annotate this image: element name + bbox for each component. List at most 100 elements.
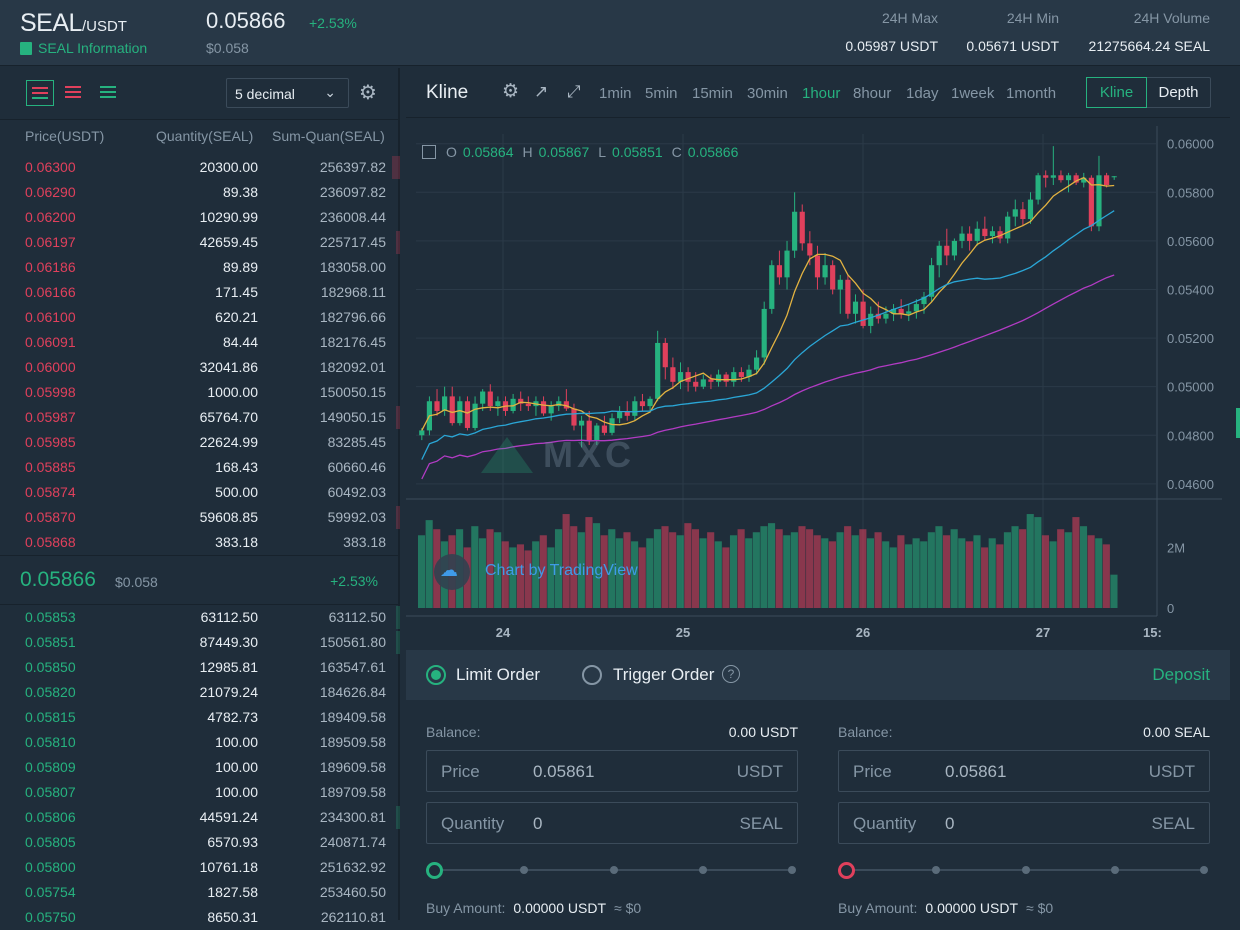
quantity-cell: 4782.73 — [207, 709, 258, 725]
ask-row[interactable]: 0.06186 89.89 183058.00 — [0, 255, 400, 280]
interval-1day[interactable]: 1day — [906, 85, 939, 102]
bid-row[interactable]: 0.05820 21079.24 184626.84 — [0, 680, 400, 705]
expand-legend-icon[interactable] — [422, 145, 436, 159]
sum-cell: 253460.50 — [319, 884, 386, 900]
ask-row[interactable]: 0.06091 84.44 182176.45 — [0, 330, 400, 355]
bid-row[interactable]: 0.05806 44591.24 234300.81 — [0, 805, 400, 830]
tradingview-logo[interactable]: ☁ — [434, 554, 470, 590]
bid-row[interactable]: 0.05851 87449.30 150561.80 — [0, 630, 400, 655]
side-scroll-handle[interactable] — [1236, 408, 1240, 438]
slider-step[interactable] — [699, 866, 707, 874]
bid-row[interactable]: 0.05810 100.00 189509.58 — [0, 730, 400, 755]
x-tick-label: 25 — [676, 625, 690, 640]
slider-step[interactable] — [1111, 866, 1119, 874]
ask-row[interactable]: 0.05874 500.00 60492.03 — [0, 480, 400, 505]
sum-cell: 183058.00 — [319, 259, 386, 275]
ask-row[interactable]: 0.05870 59608.85 59992.03 — [0, 505, 400, 530]
sell-quantity-field[interactable]: Quantity 0 SEAL — [838, 802, 1210, 844]
slider-handle[interactable] — [426, 862, 443, 879]
interval-15min[interactable]: 15min — [692, 85, 733, 102]
candle-body — [936, 245, 942, 266]
bid-row[interactable]: 0.05850 12985.81 163547.61 — [0, 655, 400, 680]
sum-cell: 236097.82 — [319, 184, 386, 200]
trigger-order-label[interactable]: Trigger Order — [613, 665, 714, 685]
view-both-button[interactable] — [26, 80, 54, 106]
ask-row[interactable]: 0.05985 22624.99 83285.45 — [0, 430, 400, 455]
bid-row[interactable]: 0.05754 1827.58 253460.50 — [0, 880, 400, 905]
candle-body — [852, 301, 859, 314]
candle-body — [837, 279, 843, 290]
interval-1week[interactable]: 1week — [951, 85, 994, 102]
bid-row[interactable]: 0.05809 100.00 189609.58 — [0, 755, 400, 780]
view-asks-button[interactable] — [60, 80, 88, 106]
slider-handle[interactable] — [838, 862, 855, 879]
slider-step[interactable] — [788, 866, 796, 874]
limit-order-radio[interactable] — [426, 665, 446, 685]
seal-information-link[interactable]: SEAL Information — [20, 40, 147, 56]
field-value[interactable]: 0 — [945, 814, 954, 834]
ask-row[interactable]: 0.05998 1000.00 150050.15 — [0, 380, 400, 405]
help-icon[interactable]: ? — [722, 665, 740, 683]
quantity-cell: 21079.24 — [199, 684, 258, 700]
view-bids-button[interactable] — [95, 80, 123, 106]
limit-order-label[interactable]: Limit Order — [456, 665, 540, 685]
interval-30min[interactable]: 30min — [747, 85, 788, 102]
interval-1min[interactable]: 1min — [599, 85, 632, 102]
interval-5min[interactable]: 5min — [645, 85, 678, 102]
quantity-cell: 6570.93 — [207, 834, 258, 850]
sell-percent-slider[interactable] — [838, 862, 1210, 879]
slider-step[interactable] — [1200, 866, 1208, 874]
ask-row[interactable]: 0.06300 20300.00 256397.82 — [0, 155, 400, 180]
ask-row[interactable]: 0.06000 32041.86 182092.01 — [0, 355, 400, 380]
settings-icon[interactable]: ⚙ — [502, 80, 519, 103]
bid-row[interactable]: 0.05800 10761.18 251632.92 — [0, 855, 400, 880]
slider-step[interactable] — [520, 866, 528, 874]
ask-row[interactable]: 0.06100 620.21 182796.66 — [0, 305, 400, 330]
trigger-order-radio[interactable] — [582, 665, 602, 685]
ask-row[interactable]: 0.05868 383.18 383.18 — [0, 530, 400, 555]
decimal-select[interactable]: 5 decimal ⌄ — [226, 78, 349, 108]
slider-step[interactable] — [610, 866, 618, 874]
interval-1hour[interactable]: 1hour — [802, 85, 840, 102]
ask-row[interactable]: 0.05987 65764.70 149050.15 — [0, 405, 400, 430]
stat-24h-max: 24H Max 0.05987 USDT — [845, 10, 938, 54]
indicator-icon[interactable]: ↗ — [534, 82, 548, 102]
ask-row[interactable]: 0.06200 10290.99 236008.44 — [0, 205, 400, 230]
gear-icon[interactable]: ⚙ — [359, 80, 377, 105]
buy-quantity-field[interactable]: Quantity 0 SEAL — [426, 802, 798, 844]
buy-percent-slider[interactable] — [426, 862, 798, 879]
buy-price-field[interactable]: Price 0.05861 USDT — [426, 750, 798, 792]
open-value: 0.05864 — [462, 144, 514, 160]
amount-usd: ≈ $0 — [1026, 900, 1054, 916]
slider-step[interactable] — [932, 866, 940, 874]
ask-row[interactable]: 0.06197 42659.45 225717.45 — [0, 230, 400, 255]
ask-row[interactable]: 0.06166 171.45 182968.11 — [0, 280, 400, 305]
slider-step[interactable] — [1022, 866, 1030, 874]
tradingview-link[interactable]: Chart by TradingView — [485, 562, 638, 580]
ask-row[interactable]: 0.05885 168.43 60660.46 — [0, 455, 400, 480]
price-cell: 0.05885 — [25, 459, 76, 475]
ask-row[interactable]: 0.06290 89.38 236097.82 — [0, 180, 400, 205]
order-type-tabs: Limit Order Trigger Order ? Deposit — [406, 650, 1230, 700]
volume-bar — [737, 529, 745, 608]
candle-body — [1050, 175, 1056, 178]
sell-price-field[interactable]: Price 0.05861 USDT — [838, 750, 1210, 792]
field-value[interactable]: 0 — [533, 814, 542, 834]
interval-8hour[interactable]: 8hour — [853, 85, 891, 102]
deposit-link[interactable]: Deposit — [1152, 665, 1210, 685]
bid-row[interactable]: 0.05805 6570.93 240871.74 — [0, 830, 400, 855]
price-cell: 0.05998 — [25, 384, 76, 400]
interval-1month[interactable]: 1month — [1006, 85, 1056, 102]
depth-bar — [396, 406, 400, 429]
tab-kline[interactable]: Kline — [1086, 77, 1147, 108]
tab-depth[interactable]: Depth — [1148, 78, 1209, 107]
fullscreen-icon[interactable]: ⤢ — [567, 82, 581, 102]
candle-body — [693, 381, 699, 387]
bid-row[interactable]: 0.05750 8650.31 262110.81 — [0, 905, 400, 930]
bid-row[interactable]: 0.05807 100.00 189709.58 — [0, 780, 400, 805]
field-value[interactable]: 0.05861 — [533, 762, 594, 782]
bid-row[interactable]: 0.05815 4782.73 189409.58 — [0, 705, 400, 730]
field-value[interactable]: 0.05861 — [945, 762, 1006, 782]
bid-row[interactable]: 0.05853 63112.50 63112.50 — [0, 605, 400, 630]
volume-bar — [874, 532, 882, 608]
